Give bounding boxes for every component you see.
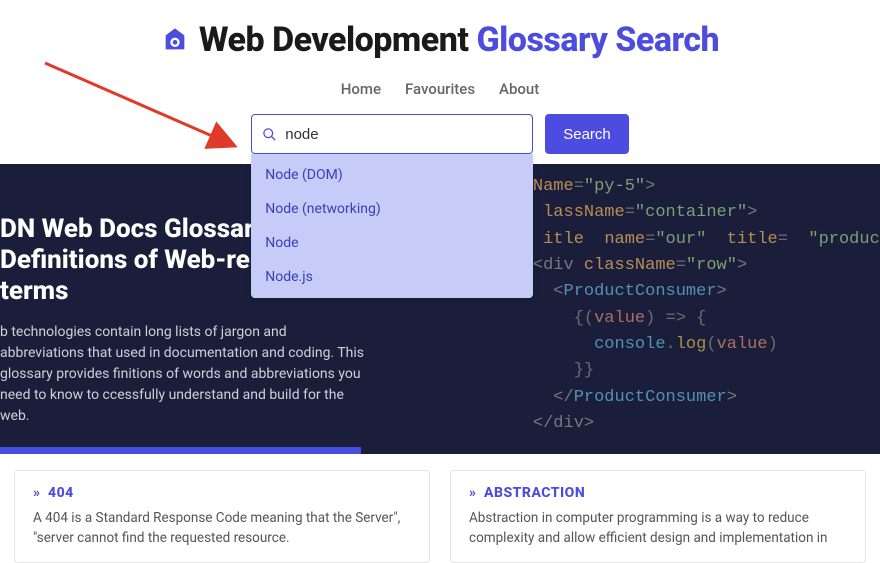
code-background: Name="py-5"> lassName="container"> itle …: [533, 174, 880, 437]
main-nav: Home Favourites About: [0, 68, 880, 114]
card-title: ABSTRACTION: [484, 485, 585, 501]
autocomplete-dropdown: Node (DOM) Node (networking) Node Node.j…: [251, 154, 533, 298]
mdn-source-button[interactable]: EE THE ORIGINAL GLOSSARY SOURCE ON MDN →: [0, 447, 361, 454]
site-logo: [161, 26, 189, 54]
glossary-card[interactable]: » 404 A 404 is a Standard Response Code …: [14, 470, 430, 563]
suggestion-item[interactable]: Node: [251, 226, 533, 260]
card-title: 404: [48, 485, 74, 501]
page-title: Web Development Glossary Search: [199, 20, 719, 60]
suggestion-item[interactable]: Node (DOM): [251, 158, 533, 192]
title-accent: Glossary Search: [476, 20, 719, 60]
card-description: Abstraction in computer programming is a…: [469, 509, 847, 548]
chevron-icon: »: [33, 485, 40, 501]
chevron-icon: »: [469, 485, 476, 501]
suggestion-item[interactable]: Node (networking): [251, 192, 533, 226]
search-box[interactable]: [251, 114, 533, 154]
glossary-card[interactable]: » ABSTRACTION Abstraction in computer pr…: [450, 470, 866, 563]
title-main: Web Development: [199, 20, 477, 60]
search-icon: [262, 127, 277, 142]
hero-description: b technologies contain long lists of jar…: [0, 322, 370, 427]
search-input[interactable]: [285, 126, 522, 143]
nav-favourites[interactable]: Favourites: [405, 80, 475, 98]
nav-about[interactable]: About: [499, 80, 539, 98]
search-button[interactable]: Search: [545, 114, 629, 154]
card-description: A 404 is a Standard Response Code meanin…: [33, 509, 411, 548]
nav-home[interactable]: Home: [341, 80, 381, 98]
suggestion-item[interactable]: Node.js: [251, 260, 533, 294]
